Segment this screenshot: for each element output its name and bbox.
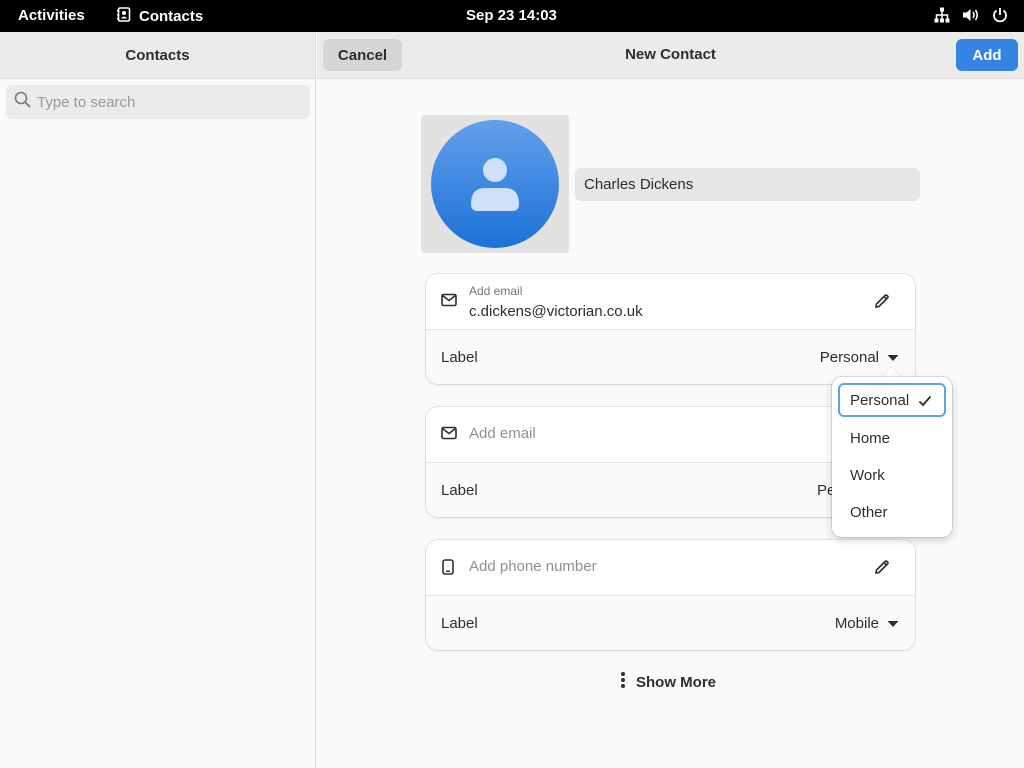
app-menu[interactable]: Contacts	[117, 7, 203, 26]
power-icon[interactable]	[992, 7, 1008, 23]
more-vertical-icon	[620, 671, 626, 693]
network-icon[interactable]	[934, 7, 950, 23]
avatar	[431, 120, 559, 248]
popover-item-other[interactable]: Other	[838, 495, 946, 529]
phone-type-value: Mobile	[834, 615, 879, 632]
avatar-picker[interactable]	[421, 115, 569, 253]
show-more-label: Show More	[636, 673, 717, 691]
email-row[interactable]: Add email c.dickens@victorian.co.uk	[426, 274, 915, 329]
popover-item-home[interactable]: Home	[838, 421, 946, 455]
cancel-button[interactable]: Cancel	[323, 39, 402, 71]
phone-row[interactable]: Add phone number	[426, 540, 915, 595]
pencil-icon[interactable]	[874, 559, 890, 580]
email-type-dropdown[interactable]: Personal	[820, 349, 899, 366]
email-type-value: Personal	[819, 349, 879, 366]
top-bar: Activities Contacts Sep 23 14:03	[0, 0, 1024, 32]
email-field-value[interactable]: c.dickens@victorian.co.uk	[469, 303, 643, 320]
person-icon	[471, 158, 519, 211]
clock[interactable]: Sep 23 14:03	[466, 7, 557, 24]
volume-icon[interactable]	[962, 7, 980, 23]
label-text: Label	[441, 482, 478, 499]
search-box[interactable]	[6, 85, 310, 119]
show-more-button[interactable]: Show More	[620, 671, 716, 693]
phone-label-row: Label Mobile	[426, 595, 915, 650]
checkmark-icon	[918, 394, 932, 411]
email-type-popover: Personal Home Work Other	[832, 377, 952, 537]
label-text: Label	[441, 349, 478, 366]
pencil-icon[interactable]	[874, 293, 890, 314]
email-card-1: Add email c.dickens@victorian.co.uk Labe…	[426, 274, 915, 384]
email-field-label: Add email	[469, 284, 523, 298]
email-label-row: Label Personal	[426, 329, 915, 384]
app-name: Contacts	[139, 8, 204, 25]
mail-icon	[441, 426, 457, 445]
page-title: New Contact	[625, 46, 716, 63]
contacts-app-icon	[117, 7, 131, 26]
label-text: Label	[441, 615, 478, 632]
search-icon	[14, 91, 31, 113]
phone-type-dropdown[interactable]: Mobile	[835, 615, 899, 632]
system-tray[interactable]	[934, 7, 1008, 23]
name-field[interactable]: Charles Dickens	[575, 168, 920, 201]
popover-item-work[interactable]: Work	[838, 458, 946, 492]
popover-item-personal[interactable]: Personal	[838, 383, 946, 417]
sidebar-title: Contacts	[0, 32, 315, 79]
phone-icon	[442, 559, 454, 580]
activities-button[interactable]: Activities	[18, 7, 85, 24]
dropdown-arrow-icon	[887, 615, 899, 632]
search-input[interactable]	[37, 93, 297, 111]
main-header: Cancel New Contact Add	[317, 32, 1024, 79]
mail-icon	[441, 293, 457, 312]
email-input[interactable]: Add email	[469, 425, 536, 442]
contacts-sidebar: Contacts	[0, 32, 316, 768]
add-button[interactable]: Add	[956, 39, 1018, 71]
dropdown-arrow-icon	[887, 349, 899, 366]
phone-input[interactable]: Add phone number	[469, 558, 597, 575]
name-value: Charles Dickens	[584, 176, 694, 193]
phone-card: Add phone number Label Mobile	[426, 540, 915, 650]
